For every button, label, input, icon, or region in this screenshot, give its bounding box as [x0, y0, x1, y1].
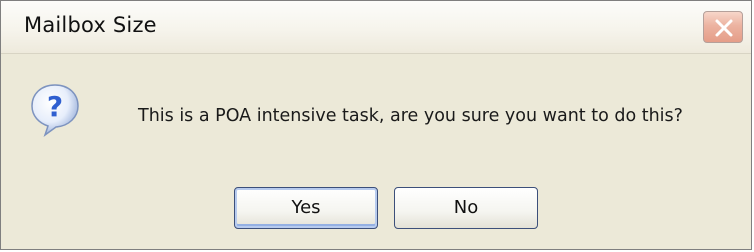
no-button[interactable]: No [394, 187, 538, 229]
window-title: Mailbox Size [24, 13, 157, 37]
yes-button[interactable]: Yes [234, 187, 378, 229]
mailbox-size-dialog: Mailbox Size ? This is a POA intensive t… [0, 0, 752, 250]
dialog-message: This is a POA intensive task, are you su… [138, 106, 683, 126]
question-icon: ? [31, 84, 79, 137]
title-bar[interactable]: Mailbox Size [1, 1, 751, 54]
close-icon [715, 19, 733, 37]
dialog-body: ? This is a POA intensive task, are you … [1, 54, 751, 249]
svg-text:?: ? [47, 90, 63, 123]
close-button[interactable] [703, 11, 743, 43]
